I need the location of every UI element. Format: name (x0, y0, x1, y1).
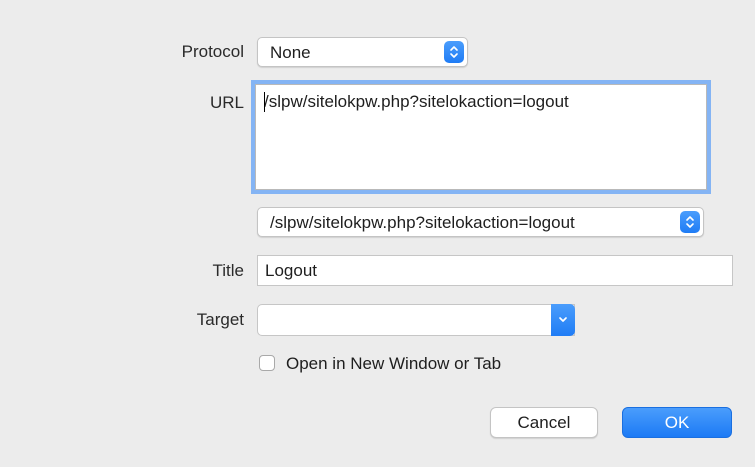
new-window-label[interactable]: Open in New Window or Tab (286, 354, 501, 374)
new-window-checkbox[interactable] (259, 355, 275, 371)
target-combobox[interactable] (257, 304, 575, 336)
target-label: Target (196, 310, 244, 329)
url-history-popup[interactable]: /slpw/sitelokpw.php?sitelokaction=logout (257, 207, 704, 237)
chevron-down-icon (559, 317, 567, 322)
up-down-chevron-icon (680, 211, 700, 233)
url-label: URL (209, 93, 244, 112)
cancel-button[interactable]: Cancel (490, 407, 598, 438)
text-caret (264, 92, 265, 112)
title-value: Logout (265, 261, 317, 280)
up-down-chevron-icon (444, 41, 464, 63)
link-properties-dialog: Protocol None URL /slpw/sitelokpw.php?si… (0, 0, 755, 467)
url-value: /slpw/sitelokpw.php?sitelokaction=logout (264, 92, 569, 111)
title-label: Title (212, 261, 245, 280)
url-textarea[interactable]: /slpw/sitelokpw.php?sitelokaction=logout (255, 84, 707, 190)
ok-button[interactable]: OK (622, 407, 732, 438)
target-combo-button[interactable] (551, 304, 575, 336)
protocol-popup[interactable]: None (257, 37, 468, 67)
protocol-selected-value: None (270, 43, 311, 62)
title-field[interactable]: Logout (257, 255, 733, 286)
protocol-label: Protocol (181, 42, 244, 61)
url-history-selected: /slpw/sitelokpw.php?sitelokaction=logout (270, 213, 575, 232)
